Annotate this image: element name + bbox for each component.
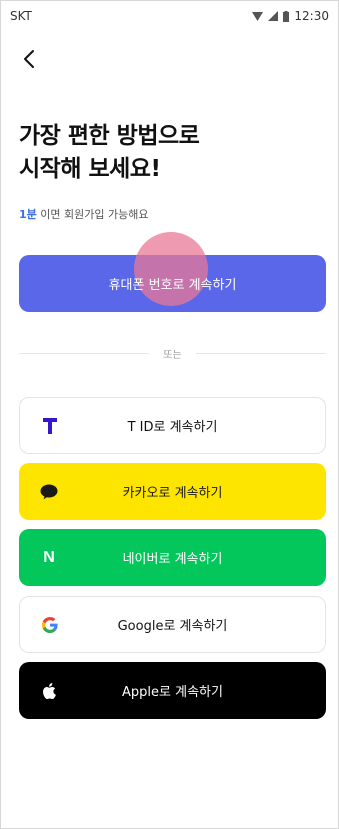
tid-logo-icon bbox=[38, 414, 62, 438]
subtitle-text: 이면 회원가입 가능해요 bbox=[36, 208, 149, 221]
touch-indicator bbox=[134, 232, 208, 306]
battery-icon bbox=[283, 10, 290, 22]
naver-n-icon: N bbox=[43, 548, 55, 566]
clock-label: 12:30 bbox=[294, 9, 329, 23]
google-continue-label: Google로 계속하기 bbox=[117, 619, 228, 634]
google-g-icon bbox=[38, 613, 62, 637]
status-bar: SKT 12:30 bbox=[0, 0, 339, 32]
divider-line-right bbox=[195, 352, 326, 354]
tid-continue-label: T ID로 계속하기 bbox=[127, 420, 218, 435]
signal-icon bbox=[268, 11, 279, 21]
tid-continue-button[interactable]: T ID로 계속하기 bbox=[19, 397, 326, 454]
divider-text: 또는 bbox=[163, 349, 182, 361]
status-indicators: 12:30 bbox=[252, 9, 329, 23]
naver-continue-button[interactable]: N 네이버로 계속하기 bbox=[19, 529, 326, 586]
chevron-left-icon bbox=[24, 50, 34, 68]
kakao-bubble-icon bbox=[37, 480, 61, 504]
kakao-continue-button[interactable]: 카카오로 계속하기 bbox=[19, 463, 326, 520]
signup-subtitle: 1분 이면 회원가입 가능해요 bbox=[19, 206, 148, 222]
naver-continue-label: 네이버로 계속하기 bbox=[122, 552, 223, 567]
wifi-icon bbox=[252, 11, 264, 21]
apple-continue-label: Apple로 계속하기 bbox=[122, 685, 223, 700]
subtitle-highlight: 1분 bbox=[19, 208, 37, 221]
apple-continue-button[interactable]: Apple로 계속하기 bbox=[19, 662, 326, 719]
carrier-label: SKT bbox=[10, 9, 32, 23]
divider-line-left bbox=[19, 352, 150, 354]
back-button[interactable] bbox=[14, 44, 44, 74]
or-divider: 또는 bbox=[19, 345, 326, 361]
apple-logo-icon bbox=[37, 679, 61, 703]
google-continue-button[interactable]: Google로 계속하기 bbox=[19, 596, 326, 653]
kakao-continue-label: 카카오로 계속하기 bbox=[122, 486, 223, 501]
page-title: 가장 편한 방법으로 시작해 보세요! bbox=[19, 123, 200, 182]
